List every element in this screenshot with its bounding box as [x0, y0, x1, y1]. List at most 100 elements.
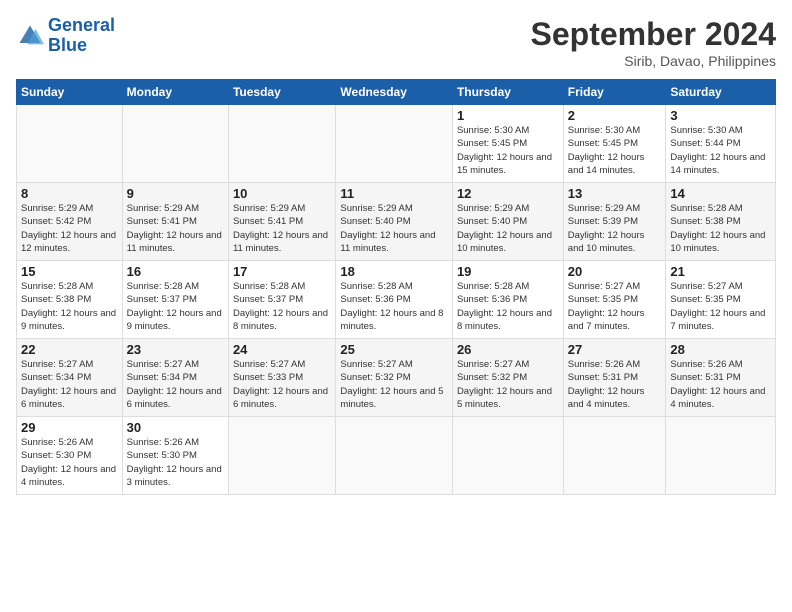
calendar-cell: 16 Sunrise: 5:28 AMSunset: 5:37 PMDaylig… — [122, 261, 228, 339]
day-number: 21 — [670, 264, 771, 279]
calendar-cell: 21 Sunrise: 5:27 AMSunset: 5:35 PMDaylig… — [666, 261, 776, 339]
day-detail: Sunrise: 5:30 AMSunset: 5:44 PMDaylight:… — [670, 125, 765, 176]
calendar-week-3: 15 Sunrise: 5:28 AMSunset: 5:38 PMDaylig… — [17, 261, 776, 339]
calendar-cell: 19 Sunrise: 5:28 AMSunset: 5:36 PMDaylig… — [452, 261, 563, 339]
calendar-cell: 3 Sunrise: 5:30 AMSunset: 5:44 PMDayligh… — [666, 105, 776, 183]
calendar-week-4: 22 Sunrise: 5:27 AMSunset: 5:34 PMDaylig… — [17, 339, 776, 417]
header-friday: Friday — [563, 80, 666, 105]
day-number: 1 — [457, 108, 559, 123]
day-number: 23 — [127, 342, 224, 357]
day-detail: Sunrise: 5:28 AMSunset: 5:38 PMDaylight:… — [670, 203, 765, 254]
calendar-cell: 26 Sunrise: 5:27 AMSunset: 5:32 PMDaylig… — [452, 339, 563, 417]
calendar-cell: 29 Sunrise: 5:26 AMSunset: 5:30 PMDaylig… — [17, 417, 123, 495]
calendar-cell: 20 Sunrise: 5:27 AMSunset: 5:35 PMDaylig… — [563, 261, 666, 339]
calendar-week-5: 29 Sunrise: 5:26 AMSunset: 5:30 PMDaylig… — [17, 417, 776, 495]
day-detail: Sunrise: 5:30 AMSunset: 5:45 PMDaylight:… — [457, 125, 552, 176]
calendar-cell: 8 Sunrise: 5:29 AMSunset: 5:42 PMDayligh… — [17, 183, 123, 261]
calendar-cell — [452, 417, 563, 495]
calendar-table: Sunday Monday Tuesday Wednesday Thursday… — [16, 79, 776, 495]
calendar-week-1: 1 Sunrise: 5:30 AMSunset: 5:45 PMDayligh… — [17, 105, 776, 183]
calendar-cell — [228, 417, 335, 495]
header-row: Sunday Monday Tuesday Wednesday Thursday… — [17, 80, 776, 105]
day-detail: Sunrise: 5:28 AMSunset: 5:36 PMDaylight:… — [340, 281, 443, 332]
day-number: 14 — [670, 186, 771, 201]
day-detail: Sunrise: 5:28 AMSunset: 5:36 PMDaylight:… — [457, 281, 552, 332]
day-number: 24 — [233, 342, 331, 357]
calendar-cell — [336, 417, 453, 495]
day-detail: Sunrise: 5:29 AMSunset: 5:39 PMDaylight:… — [568, 203, 645, 254]
calendar-cell — [336, 105, 453, 183]
calendar-cell: 30 Sunrise: 5:26 AMSunset: 5:30 PMDaylig… — [122, 417, 228, 495]
header-sunday: Sunday — [17, 80, 123, 105]
day-number: 20 — [568, 264, 662, 279]
day-number: 17 — [233, 264, 331, 279]
calendar-cell: 10 Sunrise: 5:29 AMSunset: 5:41 PMDaylig… — [228, 183, 335, 261]
day-detail: Sunrise: 5:26 AMSunset: 5:30 PMDaylight:… — [21, 437, 116, 488]
calendar-cell: 9 Sunrise: 5:29 AMSunset: 5:41 PMDayligh… — [122, 183, 228, 261]
day-number: 2 — [568, 108, 662, 123]
day-number: 8 — [21, 186, 118, 201]
day-detail: Sunrise: 5:28 AMSunset: 5:37 PMDaylight:… — [127, 281, 222, 332]
calendar-cell: 11 Sunrise: 5:29 AMSunset: 5:40 PMDaylig… — [336, 183, 453, 261]
calendar-cell — [666, 417, 776, 495]
page-header: General Blue September 2024 Sirib, Davao… — [16, 16, 776, 69]
header-wednesday: Wednesday — [336, 80, 453, 105]
day-detail: Sunrise: 5:29 AMSunset: 5:41 PMDaylight:… — [127, 203, 222, 254]
calendar-cell — [122, 105, 228, 183]
calendar-cell: 24 Sunrise: 5:27 AMSunset: 5:33 PMDaylig… — [228, 339, 335, 417]
calendar-cell: 25 Sunrise: 5:27 AMSunset: 5:32 PMDaylig… — [336, 339, 453, 417]
day-detail: Sunrise: 5:27 AMSunset: 5:34 PMDaylight:… — [127, 359, 222, 410]
day-number: 10 — [233, 186, 331, 201]
day-number: 15 — [21, 264, 118, 279]
header-saturday: Saturday — [666, 80, 776, 105]
month-title: September 2024 — [531, 16, 776, 53]
day-detail: Sunrise: 5:26 AMSunset: 5:31 PMDaylight:… — [568, 359, 645, 410]
day-number: 28 — [670, 342, 771, 357]
day-detail: Sunrise: 5:27 AMSunset: 5:33 PMDaylight:… — [233, 359, 328, 410]
day-number: 22 — [21, 342, 118, 357]
logo: General Blue — [16, 16, 115, 56]
day-detail: Sunrise: 5:27 AMSunset: 5:35 PMDaylight:… — [568, 281, 645, 332]
calendar-week-2: 8 Sunrise: 5:29 AMSunset: 5:42 PMDayligh… — [17, 183, 776, 261]
calendar-cell: 23 Sunrise: 5:27 AMSunset: 5:34 PMDaylig… — [122, 339, 228, 417]
day-number: 9 — [127, 186, 224, 201]
title-section: September 2024 Sirib, Davao, Philippines — [531, 16, 776, 69]
calendar-cell: 27 Sunrise: 5:26 AMSunset: 5:31 PMDaylig… — [563, 339, 666, 417]
location-subtitle: Sirib, Davao, Philippines — [531, 53, 776, 69]
logo-icon — [16, 22, 44, 50]
day-detail: Sunrise: 5:27 AMSunset: 5:32 PMDaylight:… — [340, 359, 443, 410]
day-number: 16 — [127, 264, 224, 279]
calendar-cell — [228, 105, 335, 183]
calendar-cell: 2 Sunrise: 5:30 AMSunset: 5:45 PMDayligh… — [563, 105, 666, 183]
calendar-cell: 28 Sunrise: 5:26 AMSunset: 5:31 PMDaylig… — [666, 339, 776, 417]
calendar-cell: 22 Sunrise: 5:27 AMSunset: 5:34 PMDaylig… — [17, 339, 123, 417]
calendar-cell: 13 Sunrise: 5:29 AMSunset: 5:39 PMDaylig… — [563, 183, 666, 261]
day-detail: Sunrise: 5:28 AMSunset: 5:38 PMDaylight:… — [21, 281, 116, 332]
calendar-cell: 18 Sunrise: 5:28 AMSunset: 5:36 PMDaylig… — [336, 261, 453, 339]
header-monday: Monday — [122, 80, 228, 105]
day-detail: Sunrise: 5:29 AMSunset: 5:41 PMDaylight:… — [233, 203, 328, 254]
calendar-cell: 15 Sunrise: 5:28 AMSunset: 5:38 PMDaylig… — [17, 261, 123, 339]
day-number: 26 — [457, 342, 559, 357]
day-number: 19 — [457, 264, 559, 279]
calendar-cell: 1 Sunrise: 5:30 AMSunset: 5:45 PMDayligh… — [452, 105, 563, 183]
day-number: 25 — [340, 342, 448, 357]
day-detail: Sunrise: 5:27 AMSunset: 5:32 PMDaylight:… — [457, 359, 552, 410]
day-detail: Sunrise: 5:26 AMSunset: 5:31 PMDaylight:… — [670, 359, 765, 410]
calendar-cell — [17, 105, 123, 183]
day-number: 11 — [340, 186, 448, 201]
day-number: 30 — [127, 420, 224, 435]
header-tuesday: Tuesday — [228, 80, 335, 105]
calendar-header: Sunday Monday Tuesday Wednesday Thursday… — [17, 80, 776, 105]
logo-text: General Blue — [48, 16, 115, 56]
calendar-cell: 12 Sunrise: 5:29 AMSunset: 5:40 PMDaylig… — [452, 183, 563, 261]
day-detail: Sunrise: 5:30 AMSunset: 5:45 PMDaylight:… — [568, 125, 645, 176]
day-number: 13 — [568, 186, 662, 201]
calendar-cell — [563, 417, 666, 495]
day-detail: Sunrise: 5:27 AMSunset: 5:34 PMDaylight:… — [21, 359, 116, 410]
calendar-body: 1 Sunrise: 5:30 AMSunset: 5:45 PMDayligh… — [17, 105, 776, 495]
day-number: 12 — [457, 186, 559, 201]
day-number: 18 — [340, 264, 448, 279]
day-detail: Sunrise: 5:28 AMSunset: 5:37 PMDaylight:… — [233, 281, 328, 332]
day-detail: Sunrise: 5:27 AMSunset: 5:35 PMDaylight:… — [670, 281, 765, 332]
